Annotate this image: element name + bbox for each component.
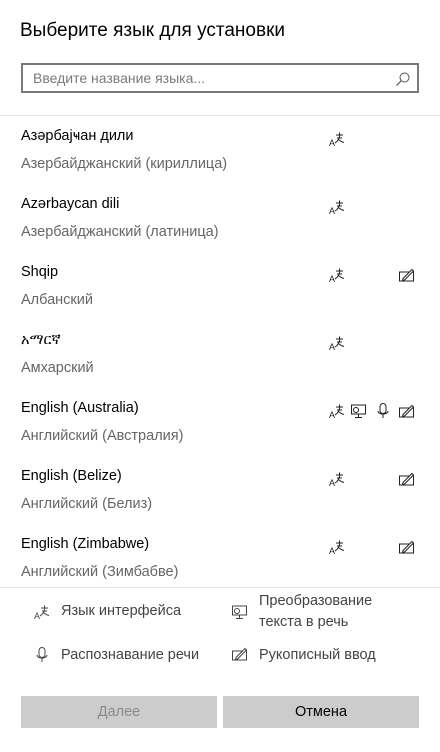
handwriting-icon — [231, 645, 249, 663]
list-item[interactable]: English (Zimbabwe) Английский (Зимбабве)… — [0, 524, 440, 586]
list-item[interactable]: English (Australia) Английский (Австрали… — [0, 388, 440, 456]
display-language-icon: A — [328, 334, 346, 352]
svg-text:A: A — [34, 611, 40, 621]
handwriting-icon — [398, 266, 416, 284]
dialog-title: Выберите язык для установки — [20, 20, 285, 41]
microphone-icon — [374, 402, 392, 420]
language-native-name: English (Belize) — [21, 468, 122, 484]
text-to-speech-icon — [231, 603, 249, 621]
svg-text:A: A — [329, 342, 335, 352]
language-native-name: Azərbaycan dili — [21, 196, 120, 212]
legend-handwriting-label: Рукописный ввод — [259, 647, 376, 663]
legend-speech-label: Распознавание речи — [61, 647, 200, 663]
svg-text:A: A — [329, 138, 335, 148]
display-language-icon: A — [328, 538, 346, 556]
language-native-name: Азәрбајҹан дили — [21, 128, 134, 144]
svg-text:A: A — [329, 478, 335, 488]
legend-interface-label: Язык интерфейса — [61, 603, 182, 619]
search-icon[interactable] — [395, 71, 411, 87]
list-item[interactable]: Shqip Албанский A — [0, 252, 440, 320]
display-language-icon: A — [328, 470, 346, 488]
list-item[interactable]: Азәрбајҹан дили Азербайджанский (кирилли… — [0, 116, 440, 184]
list-item[interactable]: Azərbaycan dili Азербайджанский (латиниц… — [0, 184, 440, 252]
language-native-name: English (Australia) — [21, 400, 139, 416]
legend-tts-label: Преобразование текста в речь — [259, 593, 373, 630]
handwriting-icon — [398, 470, 416, 488]
svg-text:A: A — [329, 274, 335, 284]
handwriting-icon — [398, 538, 416, 556]
display-language-icon: A — [328, 266, 346, 284]
language-localized-name: Английский (Австралия) — [21, 428, 184, 444]
search-box[interactable] — [21, 63, 419, 93]
list-item[interactable]: English (Belize) Английский (Белиз) A — [0, 456, 440, 524]
display-language-icon: A — [328, 198, 346, 216]
search-input[interactable] — [33, 65, 383, 91]
svg-text:A: A — [329, 206, 335, 216]
language-localized-name: Английский (Белиз) — [21, 496, 153, 512]
language-localized-name: Английский (Зимбабве) — [21, 564, 179, 580]
language-localized-name: Албанский — [21, 292, 93, 308]
language-native-name: English (Zimbabwe) — [21, 536, 150, 552]
list-item[interactable]: አማርኛ Амхарский A — [0, 320, 440, 388]
display-language-icon: A — [328, 402, 346, 420]
display-language-icon: A — [33, 603, 51, 621]
cancel-button[interactable]: Отмена — [223, 696, 419, 728]
svg-text:A: A — [329, 546, 335, 556]
language-localized-name: Амхарский — [21, 360, 94, 376]
language-localized-name: Азербайджанский (латиница) — [21, 224, 219, 240]
display-language-icon: A — [328, 130, 346, 148]
language-native-name: Shqip — [21, 264, 59, 280]
divider — [0, 587, 440, 588]
language-native-name: አማርኛ — [21, 332, 61, 348]
text-to-speech-icon — [350, 402, 368, 420]
microphone-icon — [33, 646, 51, 664]
language-list[interactable]: Азәрбајҹан дили Азербайджанский (кирилли… — [0, 116, 440, 586]
language-localized-name: Азербайджанский (кириллица) — [21, 156, 228, 172]
handwriting-icon — [398, 402, 416, 420]
next-button[interactable]: Далее — [21, 696, 217, 728]
svg-text:A: A — [329, 410, 335, 420]
